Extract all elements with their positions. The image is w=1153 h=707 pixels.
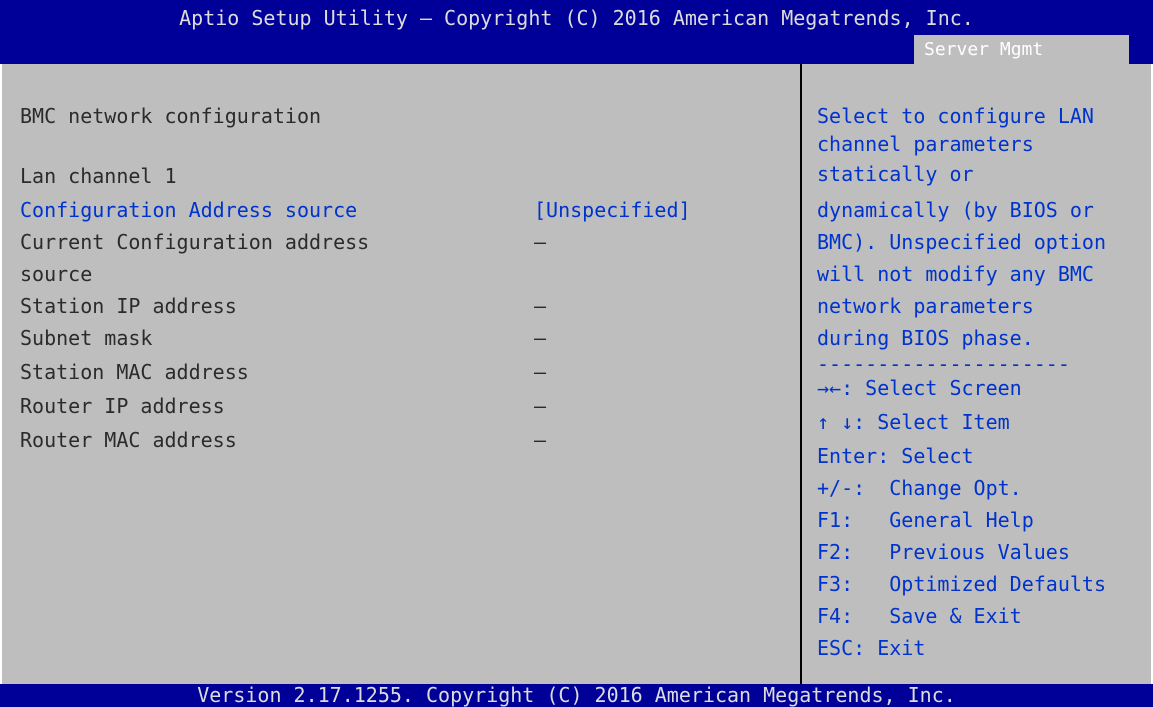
tab-server-mgmt[interactable]: Server Mgmt [914,35,1129,64]
station-mac-value: – [534,360,547,384]
subnet-mask-label: Subnet mask [20,326,153,350]
key-hint-change-opt: +/-: Change Opt. [817,476,1022,500]
config-address-source-label[interactable]: Configuration Address source [20,198,357,222]
help-line: BMC). Unspecified option [817,230,1106,254]
router-ip-value: – [534,394,547,418]
key-hint-f4: F4: Save & Exit [817,604,1022,628]
router-mac-value: – [534,428,547,452]
subnet-mask-value: – [534,326,547,350]
title-bar: Aptio Setup Utility – Copyright (C) 2016… [0,0,1153,64]
station-ip-label: Station IP address [20,294,237,318]
current-config-source-value: – [534,230,547,254]
section-title: BMC network configuration [20,104,322,128]
current-config-source-label-cont: source [20,262,93,286]
lan-channel-label: Lan channel 1 [20,164,177,188]
current-config-source-label: Current Configuration address [20,230,370,254]
panel-divider [800,64,802,684]
help-line: during BIOS phase. [817,326,1034,350]
help-line: channel parameters [817,132,1034,156]
footer-bar: Version 2.17.1255. Copyright (C) 2016 Am… [0,684,1153,707]
help-line: statically or [817,162,974,186]
help-line: dynamically (by BIOS or [817,198,1094,222]
help-separator: --------------------- [817,352,1070,376]
router-ip-label: Router IP address [20,394,225,418]
key-hint-enter: Enter: Select [817,444,974,468]
main-panel: BMC network configuration Lan channel 1 … [0,64,1153,684]
router-mac-label: Router MAC address [20,428,237,452]
station-mac-label: Station MAC address [20,360,249,384]
version-text: Version 2.17.1255. Copyright (C) 2016 Am… [197,683,956,707]
key-hint-select-screen: →←: Select Screen [817,376,1022,400]
station-ip-value: – [534,294,547,318]
key-hint-select-item: ↑ ↓: Select Item [817,410,1010,434]
key-hint-f2: F2: Previous Values [817,540,1070,564]
key-hint-f3: F3: Optimized Defaults [817,572,1106,596]
bios-setup-screen: Aptio Setup Utility – Copyright (C) 2016… [0,0,1153,707]
help-line: Select to configure LAN [817,104,1094,128]
config-address-source-value[interactable]: [Unspecified] [534,198,691,222]
app-title: Aptio Setup Utility – Copyright (C) 2016… [179,6,974,30]
help-line: will not modify any BMC [817,262,1094,286]
help-line: network parameters [817,294,1034,318]
key-hint-esc: ESC: Exit [817,636,926,660]
key-hint-f1: F1: General Help [817,508,1034,532]
